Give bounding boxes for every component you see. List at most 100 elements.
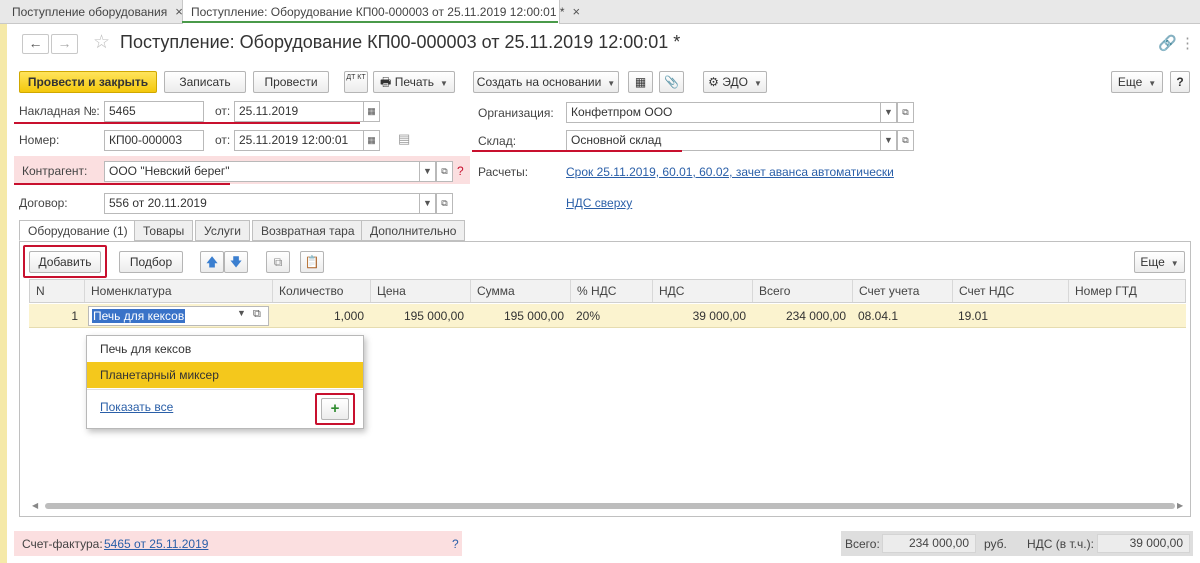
col-sum[interactable]: Сумма <box>471 280 571 302</box>
calendar-icon[interactable]: ▦ <box>363 101 380 122</box>
tab-equipment[interactable]: Оборудование (1) <box>19 220 137 241</box>
link-icon[interactable]: 🔗 <box>1158 34 1177 52</box>
table-more-button[interactable]: Еще ▼ <box>1134 251 1185 273</box>
back-button[interactable]: ← <box>22 34 49 54</box>
dt-kt-icon: ДТ КТ <box>346 74 366 81</box>
create-based-on-button[interactable]: Создать на основании ▼ <box>473 71 619 93</box>
post-button[interactable]: Провести <box>253 71 329 93</box>
add-button[interactable]: Добавить <box>29 251 101 273</box>
cell-vat: 39 000,00 <box>692 309 746 323</box>
arrow-down-icon: 🡇 <box>229 255 243 269</box>
open-icon[interactable]: ⧉ <box>436 193 453 214</box>
tab-equipment-receipts[interactable]: Поступление оборудования × <box>4 0 191 24</box>
save-button[interactable]: Записать <box>164 71 246 93</box>
warehouse-field[interactable]: Основной склад <box>566 130 881 151</box>
chevron-down-icon[interactable]: ▼ <box>880 102 897 123</box>
invoice-footer-link[interactable]: 5465 от 25.11.2019 <box>104 537 208 551</box>
dt-kt-button[interactable]: ДТ КТ <box>344 71 368 93</box>
chevron-down-icon[interactable]: ▼ <box>237 308 246 318</box>
number-date-label: от: <box>215 133 231 147</box>
move-up-button[interactable]: 🡅 <box>200 251 224 273</box>
structure-icon: ▦ <box>634 75 647 89</box>
col-vat[interactable]: НДС <box>653 280 753 302</box>
more-button[interactable]: Еще ▼ <box>1111 71 1163 93</box>
contractor-field[interactable]: ООО "Невский берег" <box>104 161 420 182</box>
col-total[interactable]: Всего <box>753 280 853 302</box>
contract-field[interactable]: 556 от 20.11.2019 <box>104 193 420 214</box>
number-field[interactable]: КП00-000003 <box>104 130 204 151</box>
settlements-label: Расчеты: <box>478 165 529 179</box>
col-gtd[interactable]: Номер ГТД <box>1069 280 1185 302</box>
highlight-underline <box>14 183 230 185</box>
col-account[interactable]: Счет учета <box>853 280 953 302</box>
calendar-icon[interactable]: ▦ <box>363 130 380 151</box>
copy-button[interactable]: ⧉ <box>266 251 290 273</box>
table-row[interactable]: 1 Печь для кексов ▼ ⧉ 1,000 195 000,00 1… <box>29 304 1186 328</box>
chevron-down-icon: ▼ <box>440 79 448 88</box>
dropdown-item[interactable]: Печь для кексов <box>87 336 363 362</box>
number-label: Номер: <box>19 133 60 147</box>
col-qty[interactable]: Количество <box>273 280 371 302</box>
more-label: Еще <box>1140 255 1165 269</box>
tab-additional[interactable]: Дополнительно <box>361 220 466 241</box>
comment-icon[interactable]: ▤ <box>398 131 410 147</box>
help-button[interactable]: ? <box>1170 71 1190 93</box>
help-icon[interactable]: ? <box>457 164 464 178</box>
print-label: Печать <box>394 75 435 89</box>
col-item[interactable]: Номенклатура <box>85 280 273 302</box>
close-icon[interactable]: × <box>573 4 581 19</box>
tab-services[interactable]: Услуги <box>195 220 250 241</box>
tab-goods[interactable]: Товары <box>134 220 194 241</box>
cell-total: 234 000,00 <box>785 309 846 323</box>
arrow-left-icon: ← <box>28 35 43 51</box>
col-price[interactable]: Цена <box>371 280 471 302</box>
chevron-down-icon: ▼ <box>1170 259 1179 268</box>
chevron-down-icon[interactable]: ▼ <box>419 161 436 182</box>
help-icon[interactable]: ? <box>452 537 459 551</box>
active-tab-indicator <box>182 21 558 23</box>
chevron-down-icon[interactable]: ▼ <box>419 193 436 214</box>
warehouse-label: Склад: <box>478 134 517 148</box>
add-new-button[interactable]: + <box>321 398 349 420</box>
dropdown-item-highlighted[interactable]: Планетарный миксер <box>87 362 363 388</box>
horizontal-scrollbar[interactable] <box>45 503 1175 509</box>
copy-icon: ⧉ <box>273 255 283 269</box>
highlight-underline <box>14 122 360 124</box>
open-icon[interactable]: ⧉ <box>436 161 453 182</box>
open-icon[interactable]: ⧉ <box>253 308 261 321</box>
organization-field[interactable]: Конфетпром ООО <box>566 102 881 123</box>
invoice-date-field[interactable]: 25.11.2019 <box>234 101 364 122</box>
settlements-link[interactable]: Срок 25.11.2019, 60.01, 60.02, зачет ава… <box>566 165 894 179</box>
forward-button[interactable]: → <box>51 34 78 54</box>
col-vat-account[interactable]: Счет НДС <box>953 280 1069 302</box>
open-icon[interactable]: ⧉ <box>897 130 914 151</box>
cell-vat-rate: 20% <box>576 309 601 323</box>
cell-n: 1 <box>71 309 78 323</box>
invoice-number-field[interactable]: 5465 <box>104 101 204 122</box>
number-date-field[interactable]: 25.11.2019 12:00:01 <box>234 130 364 151</box>
star-icon[interactable]: ☆ <box>93 31 110 54</box>
item-cell-input[interactable]: Печь для кексов ▼ ⧉ <box>88 306 269 326</box>
col-n[interactable]: N <box>30 280 85 302</box>
contractor-label: Контрагент: <box>22 164 88 178</box>
show-all-link[interactable]: Показать все <box>100 400 173 414</box>
open-icon[interactable]: ⧉ <box>897 102 914 123</box>
more-vertical-icon[interactable]: ⋮ <box>1180 34 1195 52</box>
attach-button[interactable]: 📎 <box>659 71 684 93</box>
col-vat-rate[interactable]: % НДС <box>571 280 653 302</box>
cell-account: 08.04.1 <box>858 309 899 323</box>
edo-button[interactable]: ⚙ ЭДО ▼ <box>703 71 767 93</box>
left-accent-strip <box>0 24 7 563</box>
arrow-up-icon: 🡅 <box>205 255 219 269</box>
paste-button[interactable]: 📋 <box>300 251 324 273</box>
post-and-close-button[interactable]: Провести и закрыть <box>19 71 157 93</box>
tab-returnable-packaging[interactable]: Возвратная тара <box>252 220 364 241</box>
chevron-down-icon[interactable]: ▼ <box>880 130 897 151</box>
select-button[interactable]: Подбор <box>119 251 183 273</box>
print-button[interactable]: 🖶 Печать ▼ <box>373 71 455 93</box>
scroll-right-icon[interactable]: ▶ <box>1177 501 1183 510</box>
structure-button[interactable]: ▦ <box>628 71 653 93</box>
vat-on-top-link[interactable]: НДС сверху <box>566 196 632 210</box>
move-down-button[interactable]: 🡇 <box>224 251 248 273</box>
scroll-left-icon[interactable]: ◀ <box>32 501 38 510</box>
